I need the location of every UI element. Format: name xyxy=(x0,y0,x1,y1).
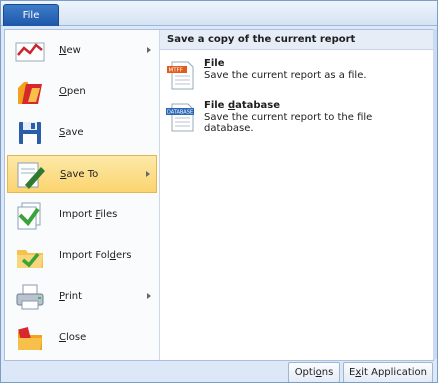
menu-item-label: New xyxy=(59,45,81,56)
menu-item-close[interactable]: Close xyxy=(7,319,157,357)
menu-item-label: Import Files xyxy=(59,209,118,220)
menu-item-label: Save To xyxy=(60,169,99,180)
submenu-arrow-icon xyxy=(146,171,150,177)
menu-item-print[interactable]: Print xyxy=(7,278,157,316)
new-chart-icon xyxy=(15,42,45,62)
menu-item-import-files[interactable]: Import Files xyxy=(7,196,157,234)
file-menu-panel: New Open Save Save To Import Files Impor… xyxy=(4,29,434,361)
menu-item-label: Close xyxy=(59,332,87,343)
save-disk-icon xyxy=(19,122,41,144)
save-to-icon xyxy=(17,162,45,189)
exit-application-button[interactable]: Exit Application xyxy=(343,362,433,382)
menu-item-import-folders[interactable]: Import Folders xyxy=(7,237,157,275)
submenu-arrow-icon xyxy=(147,293,151,299)
menu-item-label: Import Folders xyxy=(59,250,132,261)
menu-item-save-to[interactable]: Save To xyxy=(7,155,157,193)
submenu-item-description: Save the current report as a file. xyxy=(204,70,367,81)
database-file-icon: DATABASE xyxy=(166,103,194,132)
svg-text:DATABASE: DATABASE xyxy=(167,110,193,116)
menu-item-save[interactable]: Save xyxy=(7,114,157,152)
mtff-file-icon: MTFF xyxy=(167,61,194,90)
menu-item-label: Open xyxy=(59,86,86,97)
options-button[interactable]: Options xyxy=(288,362,340,382)
close-folder-icon xyxy=(18,326,42,350)
file-menu-list: New Open Save Save To Import Files Impor… xyxy=(5,30,160,360)
submenu-panel: Save a copy of the current report MTFF F… xyxy=(160,30,433,360)
import-folders-icon xyxy=(17,250,43,268)
submenu-item-title: File database xyxy=(204,100,281,111)
menu-footer: Options Exit Application xyxy=(1,360,437,382)
submenu-item-title: File xyxy=(204,58,225,69)
submenu-item-file[interactable]: MTFF File Save the current report as a f… xyxy=(164,56,426,94)
import-files-icon xyxy=(17,202,41,230)
panel-edge xyxy=(433,29,437,359)
menu-item-label: Save xyxy=(59,127,84,138)
ribbon-bar: File xyxy=(1,1,437,26)
menu-item-label: Print xyxy=(59,291,83,302)
open-folder-icon xyxy=(18,82,42,104)
submenu-item-description: Save the current report to the file data… xyxy=(204,112,373,134)
submenu-item-file-database[interactable]: DATABASE File database Save the current … xyxy=(164,98,426,136)
application-window: File New Open Save Save To Import Files … xyxy=(0,0,438,383)
menu-item-new[interactable]: New xyxy=(7,32,157,70)
menu-item-open[interactable]: Open xyxy=(7,73,157,111)
submenu-header: Save a copy of the current report xyxy=(160,30,433,50)
printer-icon xyxy=(16,284,44,310)
svg-text:MTFF: MTFF xyxy=(169,68,183,74)
submenu-arrow-icon xyxy=(147,47,151,53)
file-tab[interactable]: File xyxy=(3,4,59,26)
